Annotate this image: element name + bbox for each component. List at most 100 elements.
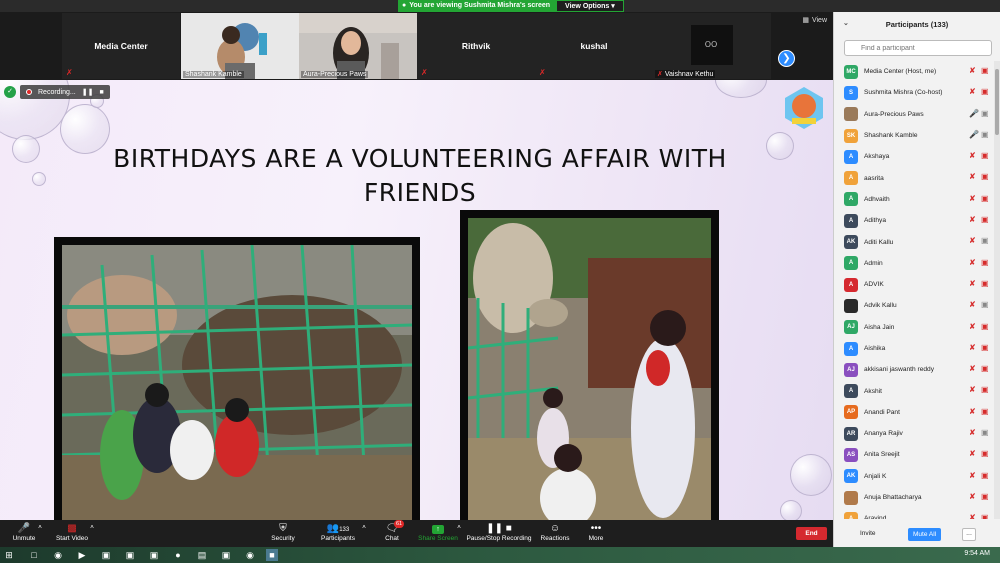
video-off-icon[interactable]: ▣: [981, 364, 989, 373]
participant-row[interactable]: A Aravind ✘ ▣: [834, 508, 994, 519]
mic-muted-icon[interactable]: ✘: [969, 428, 976, 437]
mic-muted-icon[interactable]: ✘: [969, 364, 976, 373]
mic-muted-icon[interactable]: ✘: [969, 279, 976, 288]
video-off-icon[interactable]: ▣: [981, 449, 989, 458]
app-icon[interactable]: ▣: [100, 549, 112, 561]
video-off-icon[interactable]: ▣: [981, 151, 989, 160]
view-options-button[interactable]: View Options ▾: [556, 0, 624, 12]
scrollbar-thumb[interactable]: [995, 69, 999, 135]
participant-row[interactable]: AJ Aisha Jain ✘ ▣: [834, 317, 994, 338]
mic-muted-icon[interactable]: ✘: [969, 151, 976, 160]
participant-row[interactable]: MC Media Center (Host, me) ✘ ▣: [834, 61, 994, 82]
mic-on-icon[interactable]: 🎤: [969, 130, 979, 139]
participants-caret[interactable]: ˄: [360, 524, 368, 531]
participant-row[interactable]: AK Aditi Kallu ✘ ▣: [834, 231, 994, 252]
mic-muted-icon[interactable]: ✘: [969, 172, 976, 181]
mic-muted-icon[interactable]: ✘: [969, 215, 976, 224]
video-off-icon[interactable]: ▣: [981, 385, 989, 394]
participant-row[interactable]: AK Anjali K ✘ ▣: [834, 466, 994, 487]
mute-all-button[interactable]: Mute All: [908, 528, 942, 541]
mic-muted-icon[interactable]: ✘: [969, 343, 976, 352]
firefox-icon[interactable]: ◉: [52, 549, 64, 561]
participant-row[interactable]: S Sushmita Mishra (Co-host) ✘ ▣: [834, 82, 994, 103]
mic-muted-icon[interactable]: ✘: [969, 87, 976, 96]
video-off-icon[interactable]: ▣: [981, 343, 989, 352]
zoom-icon[interactable]: ■: [266, 549, 278, 561]
video-on-icon[interactable]: ▣: [981, 428, 989, 437]
participant-row[interactable]: Aaasrita ✘ ▣: [834, 167, 994, 188]
participant-row[interactable]: A Aishika ✘ ▣: [834, 338, 994, 359]
participant-row[interactable]: A Akshaya ✘ ▣: [834, 146, 994, 167]
stop-icon[interactable]: ■: [99, 89, 103, 96]
next-page-button[interactable]: ❯: [778, 50, 795, 67]
participant-search-input[interactable]: [844, 40, 992, 56]
pause-stop-recording-button[interactable]: ❚❚ ■ Pause/Stop Recording: [466, 522, 532, 542]
mic-muted-icon[interactable]: ✘: [969, 449, 976, 458]
participant-row[interactable]: A Akshit ✘ ▣: [834, 380, 994, 401]
mic-muted-icon[interactable]: ✘: [969, 407, 976, 416]
share-screen-button[interactable]: ↑ Share Screen: [418, 522, 458, 542]
video-off-icon[interactable]: ▣: [981, 279, 989, 288]
end-meeting-button[interactable]: End: [796, 527, 827, 540]
mic-on-icon[interactable]: 🎤: [969, 109, 979, 118]
mic-muted-icon[interactable]: ✘: [969, 492, 976, 501]
video-off-icon[interactable]: ▣: [981, 492, 989, 501]
mic-muted-icon[interactable]: ✘: [969, 194, 976, 203]
participant-row[interactable]: AP Anandi Pant ✘ ▣: [834, 402, 994, 423]
view-button[interactable]: ▦ View: [802, 16, 827, 25]
video-tile-vaishnav[interactable]: OO ✗ Vaishnav Kethu: [653, 13, 771, 79]
participant-row[interactable]: SK Shashank Kamble 🎤 ▣: [834, 125, 994, 146]
chrome-icon[interactable]: ◉: [244, 549, 256, 561]
participant-row[interactable]: Aura-Precious Paws 🎤 ▣: [834, 104, 994, 125]
video-off-icon[interactable]: ▣: [981, 66, 989, 75]
invite-button[interactable]: Invite: [860, 530, 876, 537]
mic-muted-icon[interactable]: ✘: [969, 258, 976, 267]
edge-icon[interactable]: ●: [172, 549, 184, 561]
video-off-icon[interactable]: ▣: [981, 215, 989, 224]
video-off-icon[interactable]: ▣: [981, 513, 989, 519]
app-icon[interactable]: ▣: [148, 549, 160, 561]
participants-button[interactable]: 👥133 Participants: [318, 522, 358, 542]
video-tile-shashank[interactable]: Shashank Kamble: [181, 13, 299, 79]
scrollbar[interactable]: [994, 61, 1000, 519]
mic-muted-icon[interactable]: ✘: [969, 471, 976, 480]
chevron-down-icon[interactable]: ⌄: [843, 19, 849, 27]
video-tile-aura[interactable]: Aura-Precious Paws: [299, 13, 417, 79]
participant-row[interactable]: A ADVIK ✘ ▣: [834, 274, 994, 295]
mic-muted-icon[interactable]: ✘: [969, 322, 976, 331]
reactions-button[interactable]: ☺ Reactions: [540, 522, 570, 542]
start-video-button[interactable]: ▩ Start Video: [54, 522, 90, 542]
participant-row[interactable]: Advik Kallu ✘ ▣: [834, 295, 994, 316]
media-icon[interactable]: ▶: [76, 549, 88, 561]
app-icon[interactable]: ▣: [220, 549, 232, 561]
video-off-icon[interactable]: ▣: [981, 172, 989, 181]
pause-icon[interactable]: ❚❚: [82, 88, 94, 96]
file-explorer-icon[interactable]: ▤: [196, 549, 208, 561]
video-tile-rithvik[interactable]: Rithvik ✗: [417, 13, 535, 79]
mic-muted-icon[interactable]: ✘: [969, 236, 976, 245]
participant-row[interactable]: Anuja Bhattacharya ✘ ▣: [834, 487, 994, 508]
more-button[interactable]: ••• More: [584, 522, 608, 542]
task-view-icon[interactable]: □: [28, 549, 40, 561]
video-off-icon[interactable]: ▣: [981, 87, 989, 96]
video-on-icon[interactable]: ▣: [981, 109, 989, 118]
participant-row[interactable]: AS Anita Sreejit ✘ ▣: [834, 444, 994, 465]
windows-start-icon[interactable]: ⊞: [3, 549, 15, 561]
video-off-icon[interactable]: ▣: [981, 471, 989, 480]
video-on-icon[interactable]: ▣: [981, 130, 989, 139]
participant-row[interactable]: AR Ananya Rajiv ✘ ▣: [834, 423, 994, 444]
mic-muted-icon[interactable]: ✘: [969, 513, 976, 519]
video-off-icon[interactable]: ▣: [981, 322, 989, 331]
video-on-icon[interactable]: ▣: [981, 236, 989, 245]
mic-muted-icon[interactable]: ✘: [969, 385, 976, 394]
video-off-icon[interactable]: ▣: [981, 407, 989, 416]
app-icon[interactable]: ▣: [124, 549, 136, 561]
mic-muted-icon[interactable]: ✘: [969, 300, 976, 309]
participant-row[interactable]: A Admin ✘ ▣: [834, 253, 994, 274]
video-off-icon[interactable]: ▣: [981, 258, 989, 267]
video-off-icon[interactable]: ▣: [981, 194, 989, 203]
more-options-button[interactable]: ...: [962, 528, 976, 541]
participant-row[interactable]: A Adithya ✘ ▣: [834, 210, 994, 231]
share-options-caret[interactable]: ˄: [455, 524, 463, 531]
mic-muted-icon[interactable]: ✘: [969, 66, 976, 75]
